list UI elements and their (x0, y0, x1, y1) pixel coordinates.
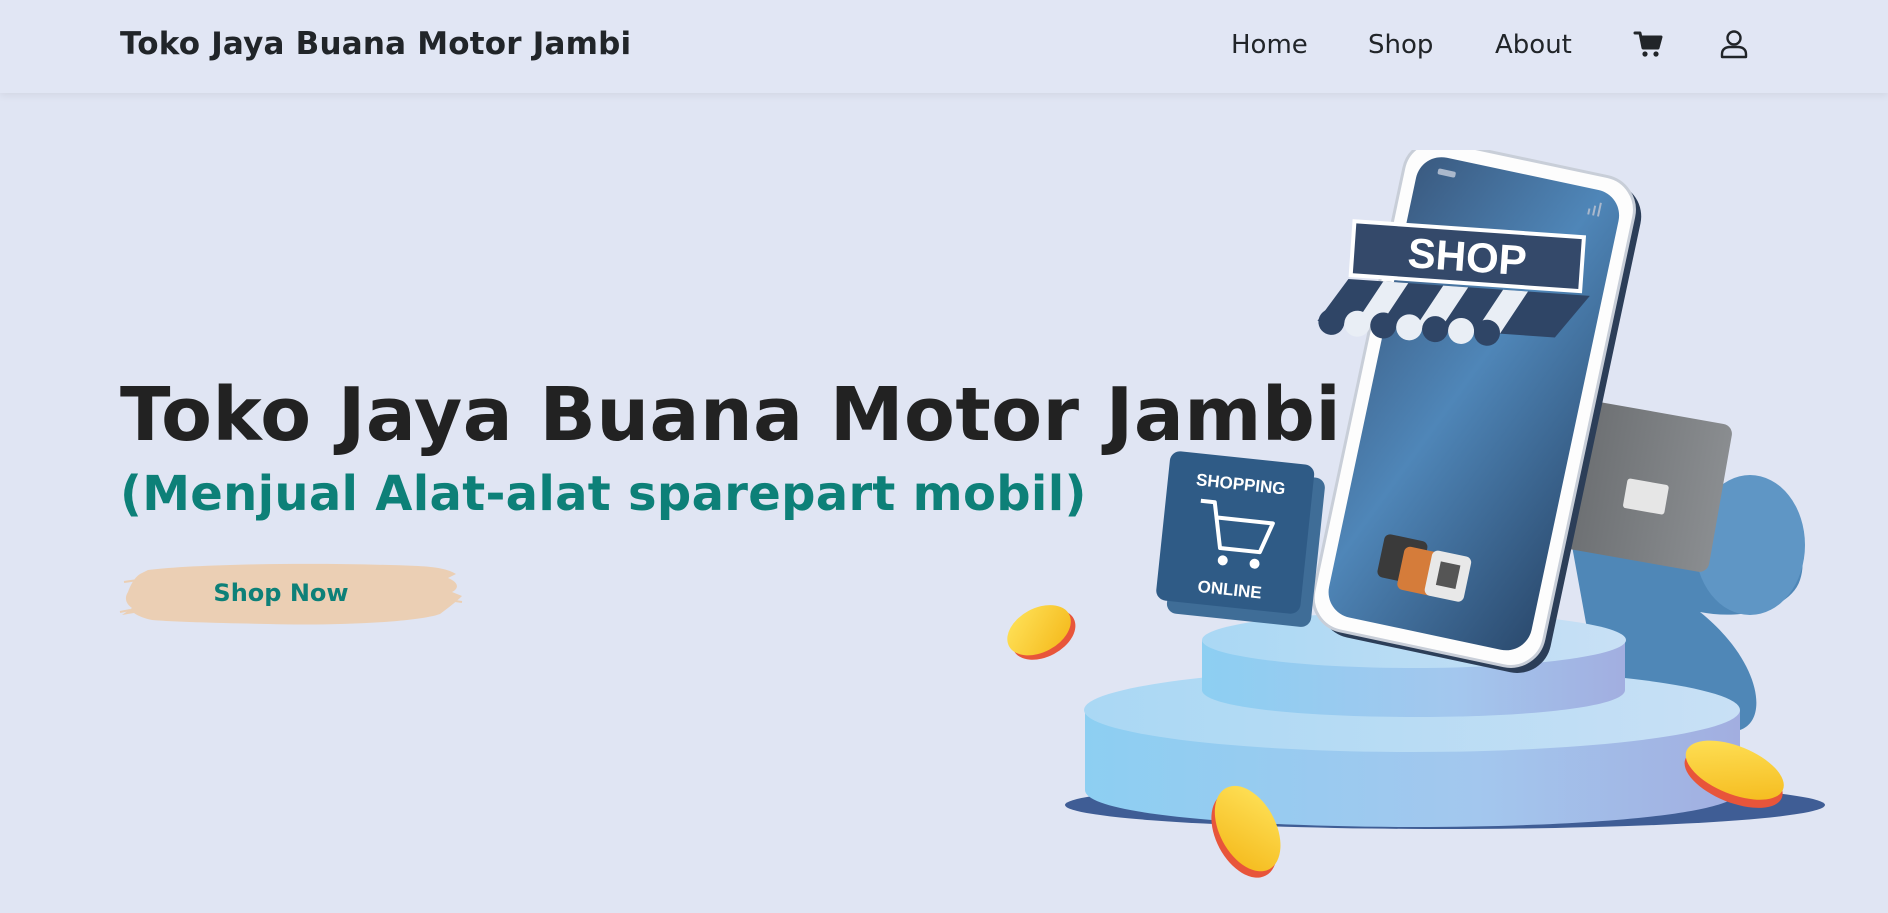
cart-icon[interactable] (1633, 28, 1665, 60)
nav-link-home[interactable]: Home (1231, 30, 1308, 60)
user-icon[interactable] (1718, 28, 1750, 60)
shop-now-button[interactable]: Shop Now (118, 560, 464, 632)
hero-subtitle: (Menjual Alat-alat sparepart mobil) (120, 466, 1087, 522)
brand-logo-link[interactable]: Toko Jaya Buana Motor Jambi (120, 26, 631, 62)
nav-link-shop[interactable]: Shop (1368, 30, 1433, 60)
navbar: Toko Jaya Buana Motor Jambi Home Shop Ab… (0, 0, 1888, 93)
awning-text: SHOP (1406, 229, 1528, 284)
online-shop-illustration: SHOP SHOPPING ONLINE (1007, 150, 1825, 878)
shop-now-label: Shop Now (213, 579, 349, 607)
nav-link-about[interactable]: About (1495, 30, 1572, 60)
